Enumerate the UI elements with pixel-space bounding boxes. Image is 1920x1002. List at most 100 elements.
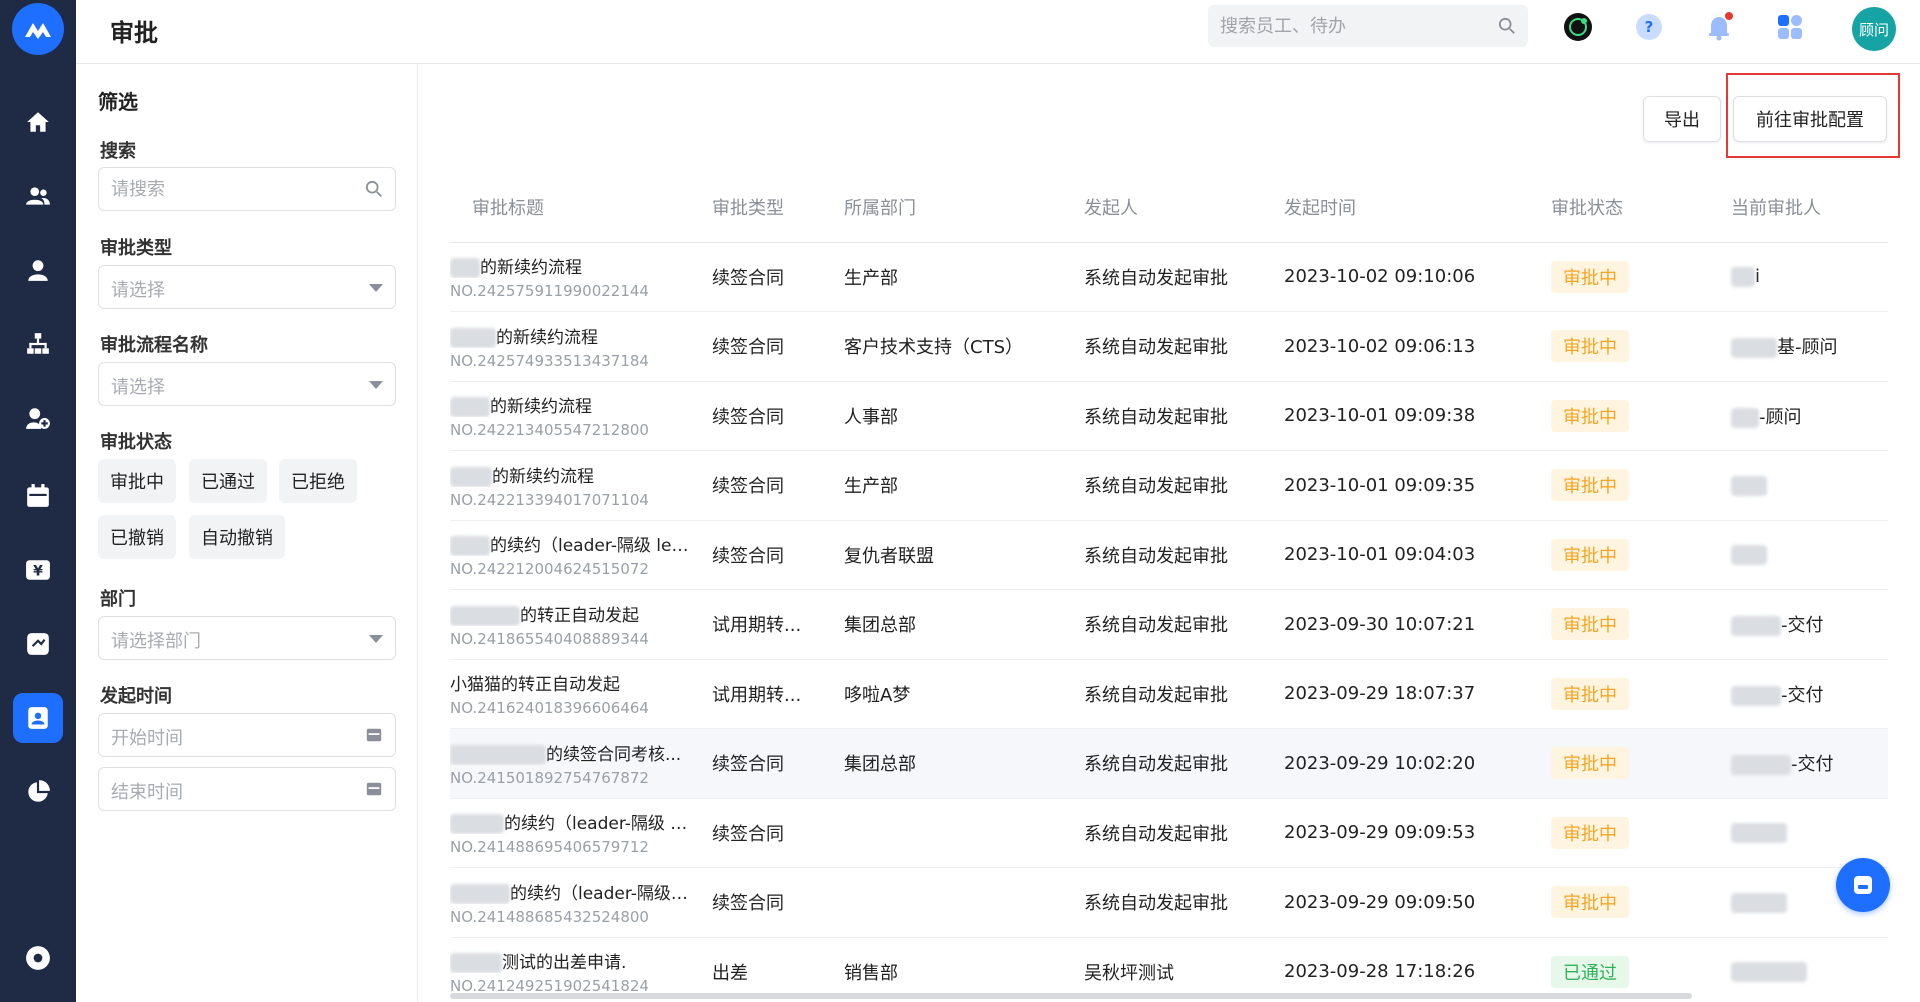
calendar-icon[interactable]: [13, 471, 63, 521]
status-chip-pending[interactable]: 审批中: [98, 459, 176, 503]
row-status-cell: 审批中: [1529, 798, 1709, 868]
exchange-icon[interactable]: [13, 619, 63, 669]
row-initiator: 系统自动发起审批: [1062, 589, 1262, 660]
global-search-input[interactable]: [1208, 5, 1478, 47]
apps-grid-icon[interactable]: [1775, 12, 1805, 42]
redacted-name: [1731, 545, 1767, 566]
table-row[interactable]: 的新续约流程 NO.242213405547212800 续签合同 人事部 系统自动发起…: [450, 381, 1888, 451]
row-number: NO.242574933513437184: [450, 351, 649, 370]
status-label: 审批状态: [100, 432, 172, 453]
table-row[interactable]: 的新续约流程 NO.242574933513437184 续签合同 客户技术支持（CT…: [450, 311, 1888, 382]
title-cell[interactable]: 的续约（leader-隔级 lea... NO.24221200462451507…: [450, 520, 690, 590]
title-cell[interactable]: 的续签合同考核... NO.241501892754767872: [450, 728, 690, 799]
col-type[interactable]: 审批类型: [690, 172, 822, 243]
status-chip-withdrawn[interactable]: 已撤销: [98, 515, 176, 559]
chevron-down-icon[interactable]: [369, 381, 383, 389]
row-title[interactable]: 的续约（leader-隔级 l...: [450, 879, 690, 904]
col-time[interactable]: 发起时间: [1262, 172, 1529, 243]
avatar[interactable]: 顾问: [1852, 7, 1896, 51]
title-cell[interactable]: 的新续约流程 NO.242213394017071104: [450, 450, 690, 521]
row-title[interactable]: 的新续约流程: [450, 392, 690, 418]
table-row[interactable]: 的续签合同考核... NO.241501892754767872 续签合同 集团总部系…: [450, 728, 1888, 799]
row-dept: 集团总部: [822, 589, 1062, 660]
title-cell[interactable]: 的转正自动发起 NO.241865540408889344: [450, 589, 690, 660]
redacted-name: [1731, 823, 1787, 844]
table-row[interactable]: 的新续约流程 NO.242213394017071104 续签合同 生产部 系统自动发起…: [450, 450, 1888, 521]
calendar-icon[interactable]: [365, 726, 383, 744]
type-label: 审批类型: [100, 238, 172, 259]
chat-icon: [1854, 876, 1872, 894]
redacted-name: [1731, 407, 1759, 428]
row-initiator: 系统自动发起审批: [1062, 798, 1262, 868]
horizontal-scrollbar[interactable]: [450, 993, 1692, 999]
chat-float-button[interactable]: [1836, 858, 1890, 912]
dept-select[interactable]: 请选择部门: [98, 616, 396, 660]
col-dept[interactable]: 所属部门: [822, 172, 1062, 243]
row-title[interactable]: 的新续约流程: [450, 462, 690, 487]
pie-chart-icon[interactable]: [13, 767, 63, 817]
filter-search-input[interactable]: [99, 168, 339, 210]
row-initiator: 系统自动发起审批: [1062, 659, 1262, 729]
row-title[interactable]: 的新续约流程: [450, 253, 690, 279]
app-logo-icon[interactable]: [12, 3, 64, 55]
user-icon[interactable]: [13, 245, 63, 295]
title-cell[interactable]: 小猫猫的转正自动发起 NO.241624018396606464: [450, 659, 690, 729]
flow-select[interactable]: 请选择: [98, 362, 396, 406]
title-cell[interactable]: 的新续约流程 NO.242574933513437184: [450, 311, 690, 382]
search-icon[interactable]: [365, 180, 383, 198]
col-status[interactable]: 审批状态: [1529, 172, 1709, 243]
title-cell[interactable]: 的续约（leader-隔级 l... NO.241488695406579712: [450, 798, 690, 868]
chevron-down-icon[interactable]: [369, 635, 383, 643]
table-row[interactable]: 的续约（leader-隔级 l... NO.241488695406579712 续…: [450, 798, 1888, 868]
users-icon[interactable]: [13, 171, 63, 221]
filter-search[interactable]: [98, 167, 396, 211]
user-add-icon[interactable]: [13, 393, 63, 443]
chevron-down-icon[interactable]: [369, 284, 383, 292]
col-approver[interactable]: 当前审批人: [1709, 172, 1888, 243]
yen-icon[interactable]: ¥: [13, 545, 63, 595]
calendar-icon[interactable]: [365, 780, 383, 798]
home-icon[interactable]: [13, 97, 63, 147]
table-row[interactable]: 的续约（leader-隔级 l... NO.241488685432524800 续…: [450, 867, 1888, 938]
help-icon[interactable]: ?: [1634, 12, 1664, 42]
row-title[interactable]: 小猫猫的转正自动发起: [450, 670, 690, 695]
status-chip-approved[interactable]: 已通过: [189, 459, 267, 503]
row-dept: 生产部: [822, 242, 1062, 312]
row-title[interactable]: 的续约（leader-隔级 l...: [450, 809, 690, 835]
redacted-name: [450, 744, 546, 765]
approval-icon[interactable]: [13, 693, 63, 743]
redacted-name: [450, 466, 492, 487]
row-title[interactable]: 的新续约流程: [450, 323, 690, 348]
table-row[interactable]: 的续约（leader-隔级 lea... NO.24221200462451507…: [450, 520, 1888, 590]
end-time-picker[interactable]: 结束时间: [98, 767, 396, 811]
settings-icon[interactable]: [13, 933, 63, 983]
row-title[interactable]: 的续约（leader-隔级 lea...: [450, 531, 690, 557]
row-title[interactable]: 的转正自动发起: [450, 601, 690, 626]
start-time-picker[interactable]: 开始时间: [98, 713, 396, 757]
type-select[interactable]: 请选择: [98, 265, 396, 309]
row-type: 续签合同: [690, 450, 822, 521]
bell-icon[interactable]: [1704, 12, 1734, 42]
search-icon[interactable]: [1498, 17, 1516, 35]
row-title[interactable]: 测试的出差申请.: [450, 948, 690, 974]
export-button[interactable]: 导出: [1643, 96, 1721, 142]
ai-assistant-icon[interactable]: [1563, 12, 1593, 42]
col-initiator[interactable]: 发起人: [1062, 172, 1262, 243]
table-row[interactable]: 小猫猫的转正自动发起 NO.241624018396606464 试用期转... 哆啦…: [450, 659, 1888, 729]
title-cell[interactable]: 的新续约流程 NO.242213405547212800: [450, 381, 690, 451]
row-time: 2023-09-29 10:02:20: [1262, 728, 1529, 799]
table-row[interactable]: 的转正自动发起 NO.241865540408889344 试用期转... 集团总部系…: [450, 589, 1888, 660]
row-type: 续签合同: [690, 381, 822, 451]
status-chip-rejected[interactable]: 已拒绝: [279, 459, 357, 503]
global-search[interactable]: [1208, 5, 1528, 47]
start-time-placeholder: 开始时间: [111, 728, 183, 749]
row-status-cell: 审批中: [1529, 589, 1709, 660]
row-title[interactable]: 的续签合同考核...: [450, 740, 690, 765]
org-chart-icon[interactable]: [13, 319, 63, 369]
title-cell[interactable]: 的续约（leader-隔级 l... NO.241488685432524800: [450, 867, 690, 938]
status-chip-auto-withdrawn[interactable]: 自动撤销: [189, 515, 285, 559]
table-row[interactable]: 的新续约流程 NO.242575911990022144 续签合同 生产部 系统自动发起…: [450, 242, 1888, 312]
col-title[interactable]: 审批标题: [450, 172, 690, 243]
row-type: 续签合同: [690, 520, 822, 590]
title-cell[interactable]: 的新续约流程 NO.242575911990022144: [450, 242, 690, 312]
